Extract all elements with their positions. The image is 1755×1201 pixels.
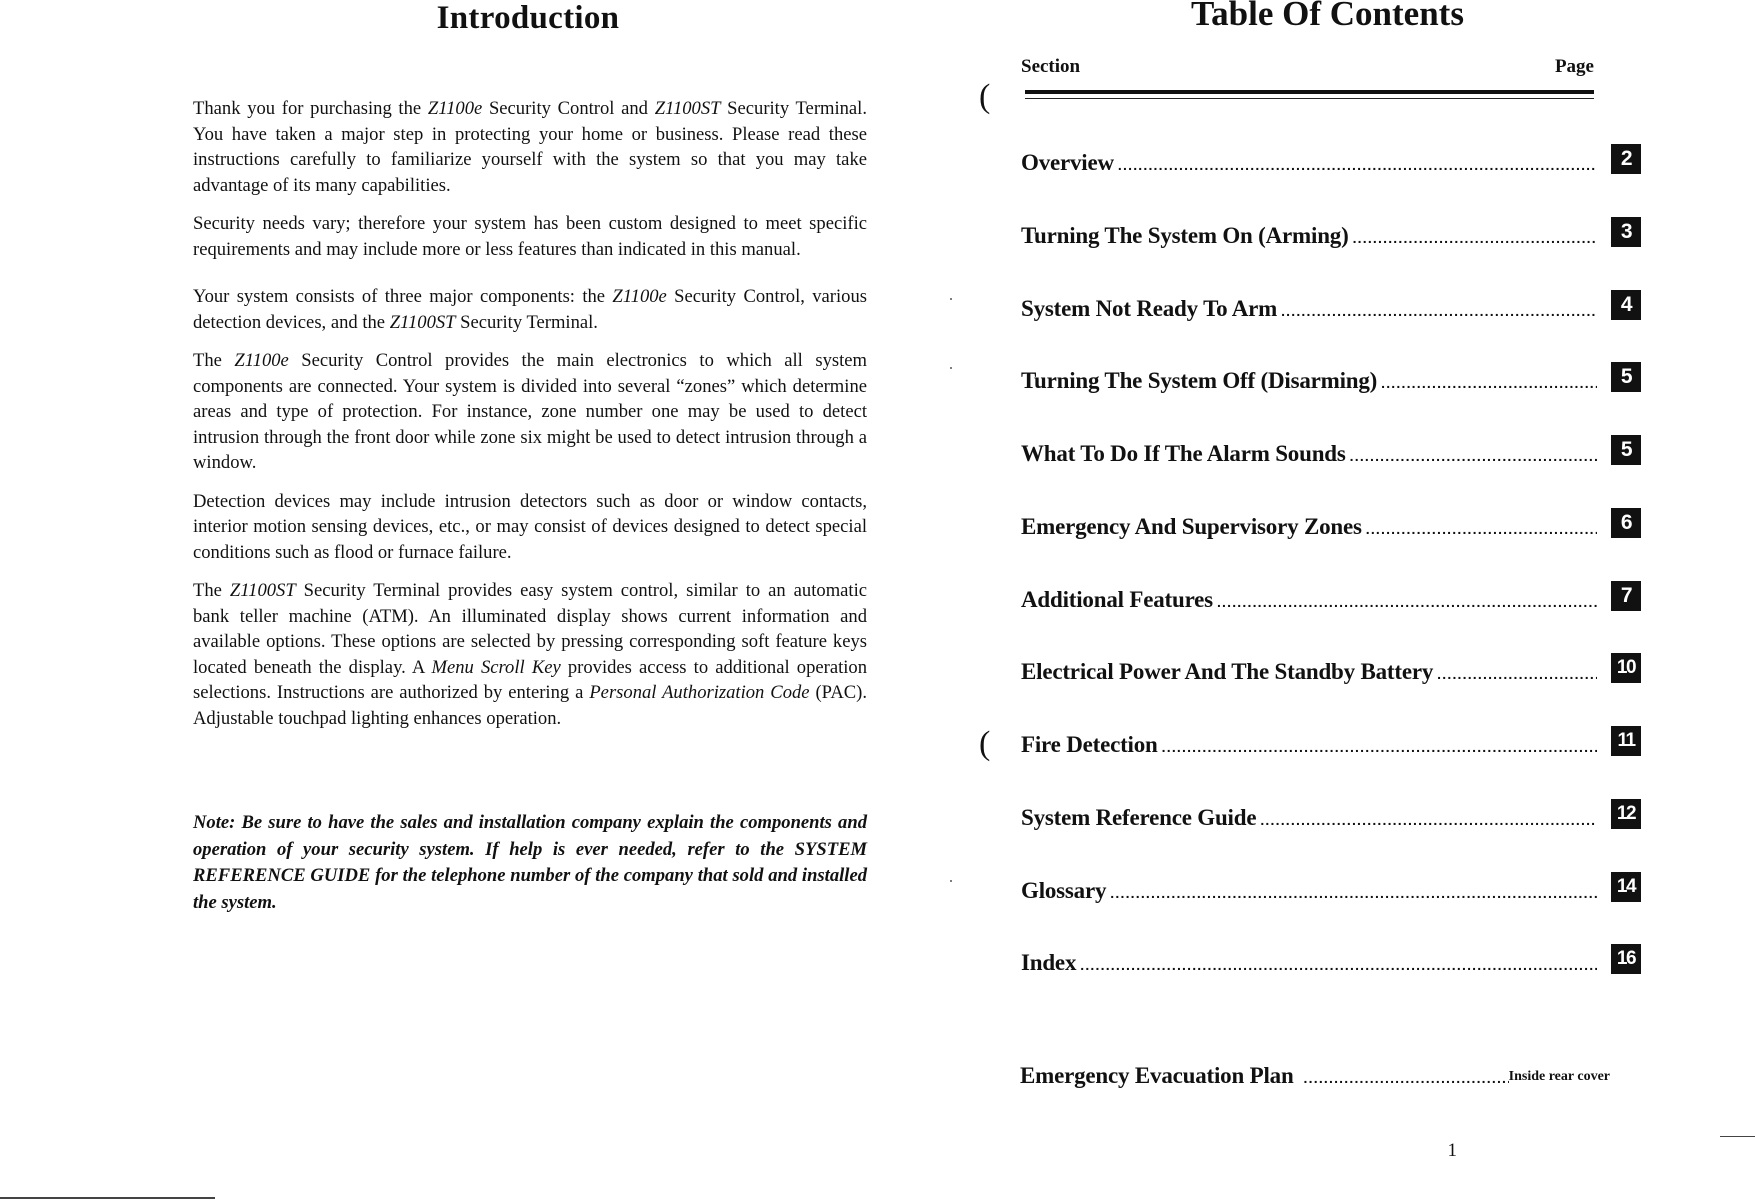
toc-entry[interactable]: System Not Ready To Arm.................…	[1021, 290, 1641, 322]
dot-leader: ........................................…	[1381, 375, 1597, 391]
text-run: Security Control provides the main elect…	[193, 350, 867, 473]
text-run: The	[193, 350, 235, 371]
intro-paragraph: The Z1100ST Security Terminal provides e…	[193, 578, 867, 731]
introduction-page: Introduction Thank you for purchasing th…	[0, 0, 900, 1201]
emphasized-term: Menu Scroll Key	[431, 656, 561, 678]
page-number-badge: 7	[1611, 581, 1641, 611]
dot-leader: ........................................…	[1352, 230, 1597, 246]
page-number-badge: 16	[1611, 944, 1641, 974]
dot-leader: ........................................…	[1117, 157, 1597, 173]
dot-leader: ........................................…	[1161, 739, 1597, 755]
emphasized-term: Z1100e	[612, 286, 667, 307]
text-run: Thank you for purchasing the	[193, 98, 428, 119]
emphasized-term: Personal Authorization Code	[589, 682, 810, 703]
page-number-badge: 6	[1611, 508, 1641, 538]
dot-leader: ........................................…	[1080, 957, 1597, 973]
header-rule-thick	[1025, 90, 1594, 94]
emphasized-term: Z1100ST	[389, 311, 456, 333]
toc-entry-evacuation-plan[interactable]: Emergency Evacuation Plan ..............…	[1020, 1063, 1610, 1089]
intro-paragraph: Your system consists of three major comp…	[193, 284, 867, 335]
toc-entry-label: Turning The System Off (Disarming)	[1021, 368, 1378, 393]
toc-entry[interactable]: Fire Detection..........................…	[1021, 726, 1641, 758]
dot-leader: ........................................…	[1303, 1070, 1509, 1086]
toc-entry[interactable]: Turning The System Off (Disarming)......…	[1021, 362, 1641, 394]
dot-leader: ........................................…	[1365, 521, 1597, 537]
toc-entry-label: Fire Detection	[1021, 732, 1158, 757]
text-run: Detection devices may include intrusion …	[193, 490, 867, 563]
page-number-badge: 3	[1611, 217, 1641, 247]
scan-edge-line	[1720, 1136, 1755, 1137]
toc-entry-label: What To Do If The Alarm Sounds	[1021, 441, 1346, 466]
toc-entry[interactable]: What To Do If The Alarm Sounds..........…	[1021, 435, 1641, 467]
scan-speck	[950, 367, 952, 369]
text-run: Your system consists of three major comp…	[193, 286, 613, 307]
toc-entry-label: System Reference Guide	[1021, 805, 1257, 830]
toc-entry[interactable]: Additional Features.....................…	[1021, 581, 1641, 613]
scan-edge-line	[0, 1197, 215, 1199]
toc-entry[interactable]: System Reference Guide..................…	[1021, 799, 1641, 831]
page-number-badge: 5	[1611, 362, 1641, 392]
toc-entry[interactable]: Glossary................................…	[1021, 872, 1641, 904]
introduction-body: Thank you for purchasing the Z1100e Secu…	[193, 96, 867, 744]
toc-header-section: Section	[1021, 56, 1081, 77]
page-number-badge: 5	[1611, 435, 1641, 465]
dot-leader: ........................................…	[1216, 594, 1597, 610]
toc-entry[interactable]: Emergency And Supervisory Zones.........…	[1021, 508, 1641, 540]
scan-speck	[950, 298, 952, 300]
toc-entry-label: Additional Features	[1021, 587, 1213, 612]
toc-entry-label: Glossary	[1021, 878, 1107, 903]
page-number: 1	[1447, 1140, 1458, 1161]
dot-leader: ........................................…	[1260, 812, 1597, 828]
page-number-badge: 4	[1611, 290, 1641, 320]
toc-entry[interactable]: Turning The System On (Arming)..........…	[1021, 217, 1641, 249]
emphasized-term: Z1100ST	[654, 98, 721, 119]
toc-entry-label: Emergency And Supervisory Zones	[1021, 514, 1362, 539]
introduction-title: Introduction	[436, 0, 620, 36]
toc-header-page: Page	[1554, 56, 1594, 77]
intro-paragraph: Thank you for purchasing the Z1100e Secu…	[193, 96, 867, 198]
scan-artifact-paren: (	[979, 78, 991, 115]
scan-artifact-paren: (	[979, 725, 991, 762]
scan-speck	[950, 880, 952, 882]
intro-paragraph: Detection devices may include intrusion …	[193, 489, 867, 566]
page-number-badge: 12	[1611, 799, 1641, 829]
toc-title: Table Of Contents	[1191, 0, 1464, 33]
toc-entry-label: Electrical Power And The Standby Battery	[1021, 659, 1434, 684]
dot-leader: ........................................…	[1349, 448, 1597, 464]
toc-entry-label: System Not Ready To Arm	[1021, 296, 1278, 321]
page-number-badge: 10	[1611, 653, 1641, 683]
dot-leader: ........................................…	[1110, 885, 1597, 901]
emphasized-term: Z1100e	[427, 98, 483, 119]
page-number-badge: 2	[1611, 144, 1641, 174]
text-run: Security Control and	[482, 98, 655, 119]
header-rule-thin	[1025, 98, 1594, 99]
text-run: The	[193, 580, 230, 601]
installation-note: Note: Be sure to have the sales and inst…	[193, 812, 867, 913]
emphasized-term: Z1100e	[234, 350, 289, 371]
toc-entry[interactable]: Overview................................…	[1021, 144, 1641, 176]
intro-paragraph: The Z1100e Security Control provides the…	[193, 348, 867, 476]
toc-entry[interactable]: Index...................................…	[1021, 944, 1641, 976]
emphasized-term: Z1100ST	[229, 580, 296, 601]
text-run: Security Terminal.	[455, 311, 598, 333]
toc-entry-label: Index	[1021, 950, 1077, 975]
page-number-badge: 14	[1611, 872, 1641, 902]
toc-entry-label: Overview	[1021, 150, 1114, 175]
dot-leader: ........................................…	[1281, 303, 1597, 319]
dot-leader: ........................................…	[1437, 666, 1597, 682]
toc-entry-label: Emergency Evacuation Plan	[1020, 1063, 1294, 1088]
text-run: Security needs vary; therefore your syst…	[193, 213, 867, 260]
toc-entry[interactable]: Electrical Power And The Standby Battery…	[1021, 653, 1641, 685]
page-number-badge: 11	[1611, 726, 1641, 756]
table-of-contents-page: Table Of Contents Section Page Overview.…	[900, 0, 1755, 1201]
toc-entry-page: Inside rear cover	[1508, 1069, 1610, 1084]
intro-paragraph: Security needs vary; therefore your syst…	[193, 211, 867, 262]
toc-entry-label: Turning The System On (Arming)	[1021, 223, 1349, 248]
